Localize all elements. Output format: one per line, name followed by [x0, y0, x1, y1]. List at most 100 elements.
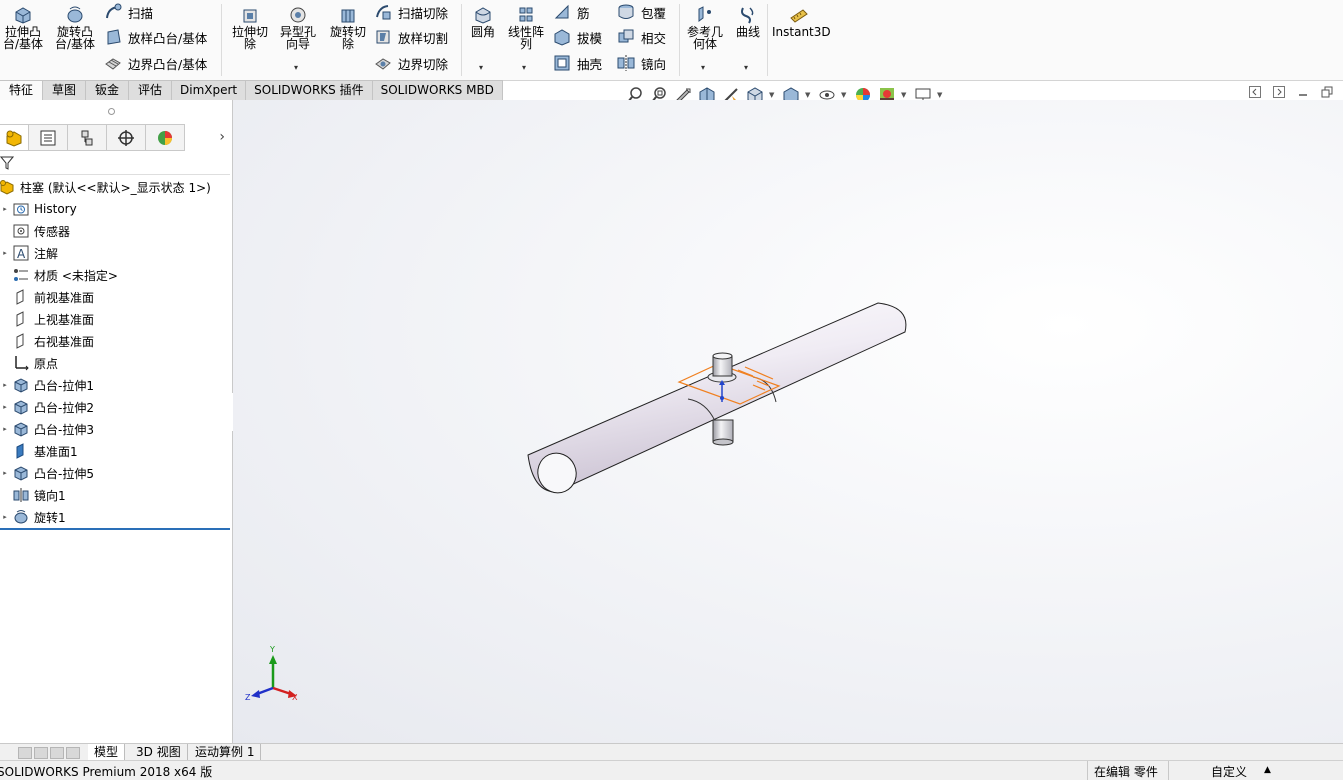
linear-pattern-button[interactable]: 线性阵 列 ▾ [505, 4, 547, 72]
chevron-down-icon[interactable]: ▾ [701, 62, 705, 74]
tab-model[interactable]: 模型 [88, 744, 126, 760]
revolve-boss-button[interactable]: 旋转凸 台/基体 [52, 4, 98, 50]
next-tab-icon[interactable] [50, 747, 64, 759]
units-custom-text[interactable]: 自定义 [1211, 763, 1247, 780]
chevron-down-icon[interactable]: ▾ [744, 62, 748, 74]
rib-button[interactable]: 筋 [553, 2, 590, 22]
first-tab-icon[interactable] [18, 747, 32, 759]
document-window-controls [1249, 86, 1333, 98]
part-model[interactable]: Y X Z [233, 100, 1343, 743]
tree-item[interactable]: ▸ 旋转1 [0, 506, 232, 528]
expand-arrow-icon[interactable]: ▸ [0, 205, 10, 213]
graphics-area[interactable]: Y X Z [233, 100, 1343, 743]
wrap-button[interactable]: 包覆 [617, 2, 666, 22]
tab-dimxpert[interactable]: DimXpert [172, 80, 247, 101]
tab-3d-views[interactable]: 3D 视图 [130, 744, 188, 760]
tree-item[interactable]: 原点 [0, 352, 232, 374]
tree-item[interactable]: 基准面1 [0, 440, 232, 462]
extrude-boss-button[interactable]: 拉伸凸 台/基体 [1, 4, 45, 50]
rod-body[interactable] [527, 302, 907, 493]
draft-button[interactable]: 拔模 [553, 27, 602, 47]
intersect-button[interactable]: 相交 [617, 27, 666, 47]
tab-solidworks-mbd[interactable]: SOLIDWORKS MBD [372, 80, 503, 101]
sweep-cut-button[interactable]: 扫描切除 [374, 2, 448, 22]
tab-motion-study[interactable]: 运动算例 1 [189, 744, 262, 760]
last-tab-icon[interactable] [66, 747, 80, 759]
chevron-up-icon[interactable]: ▲ [1264, 765, 1271, 775]
tree-item-label: 旋转1 [34, 510, 66, 525]
tree-item[interactable]: ▸ 凸台-拉伸1 [0, 374, 232, 396]
tree-item[interactable]: ▸ A 注解 [0, 242, 232, 264]
tab-features[interactable]: 特征 [0, 80, 43, 101]
panel-grip[interactable] [108, 108, 115, 115]
expand-arrow-icon[interactable]: ▸ [0, 513, 10, 521]
hole-wizard-button[interactable]: 异型孔 向导 ▾ [276, 4, 320, 72]
extrude-cut-button[interactable]: 拉伸切 除 [228, 4, 272, 50]
rollback-bar[interactable] [0, 528, 230, 530]
reference-geometry-button[interactable]: 参考几 何体 ▾ [684, 4, 726, 72]
boundary-boss-button[interactable]: 边界凸台/基体 [104, 53, 207, 73]
tree-item[interactable]: ▸ 凸台-拉伸3 [0, 418, 232, 440]
tree-item[interactable]: 前视基准面 [0, 286, 232, 308]
expand-arrow-icon[interactable]: ▸ [0, 469, 10, 477]
expand-arrow-icon[interactable]: ▸ [0, 403, 10, 411]
tree-item[interactable]: ▸ 凸台-拉伸2 [0, 396, 232, 418]
chevron-down-icon[interactable]: ▼ [841, 91, 849, 99]
mirror-button[interactable]: 镜向 [617, 53, 666, 73]
expand-arrow-icon[interactable]: ▸ [0, 249, 10, 257]
part-icon [0, 178, 16, 196]
configuration-manager-icon [81, 130, 93, 145]
chevron-down-icon[interactable]: ▾ [479, 62, 483, 74]
tree-item[interactable]: 右视基准面 [0, 330, 232, 352]
loft-boss-button[interactable]: 放样凸台/基体 [104, 27, 207, 47]
tree-item[interactable]: ▸ 凸台-拉伸5 [0, 462, 232, 484]
instant3d-button[interactable]: Instant3D [772, 4, 831, 38]
ribbon-separator [461, 4, 462, 76]
tab-solidworks-addins[interactable]: SOLIDWORKS 插件 [246, 80, 373, 101]
tree-item[interactable]: 上视基准面 [0, 308, 232, 330]
collapse-right-icon[interactable] [1273, 86, 1285, 98]
tree-item[interactable]: 材质 <未指定> [0, 264, 232, 286]
tree-item-label: 凸台-拉伸3 [34, 422, 94, 437]
chevron-down-icon[interactable]: ▾ [294, 62, 298, 74]
boundary-cut-button[interactable]: 边界切除 [374, 53, 448, 73]
tab-display-manager[interactable] [146, 124, 185, 151]
fillet-icon [475, 7, 491, 24]
filter-icon[interactable] [0, 156, 14, 170]
loft-cut-button[interactable]: 放样切割 [374, 27, 448, 47]
previous-tab-icon[interactable] [34, 747, 48, 759]
loft-cut-label: 放样切割 [398, 30, 449, 46]
curves-button[interactable]: 曲线 ▾ [732, 4, 764, 72]
tree-filter-bar[interactable] [0, 152, 230, 175]
tab-sheet-metal[interactable]: 钣金 [86, 80, 129, 101]
tree-root-part[interactable]: 柱塞 (默认<<默认>_显示状态 1>) [0, 176, 232, 198]
chevron-down-icon[interactable]: ▼ [769, 91, 777, 99]
tab-dimxpert-manager[interactable] [107, 124, 146, 151]
chevron-down-icon[interactable]: ▾ [522, 62, 526, 74]
shell-button[interactable]: 抽壳 [553, 53, 602, 73]
minimize-icon[interactable] [1297, 86, 1309, 98]
restore-icon[interactable] [1321, 86, 1333, 98]
tree-item[interactable]: 镜向1 [0, 484, 232, 506]
tab-evaluate[interactable]: 评估 [129, 80, 172, 101]
expand-arrow-icon[interactable]: ▸ [0, 425, 10, 433]
chevron-down-icon[interactable]: ▼ [805, 91, 813, 99]
tab-sketch[interactable]: 草图 [43, 80, 86, 101]
extrude-boss-icon [15, 7, 31, 24]
tab-configuration-manager[interactable] [68, 124, 107, 151]
tree-item-label: 材质 <未指定> [34, 268, 118, 283]
tab-property-manager[interactable] [29, 124, 68, 151]
tree-item[interactable]: ▸ History [0, 198, 232, 220]
expand-arrow-icon[interactable]: ▸ [0, 381, 10, 389]
bottom-pin-face [712, 438, 734, 446]
chevron-down-icon[interactable]: ▼ [901, 91, 909, 99]
fillet-button[interactable]: 圆角 ▾ [466, 4, 500, 72]
chevron-right-icon[interactable]: › [185, 124, 225, 150]
revolve-cut-button[interactable]: 旋转切 除 [326, 4, 370, 50]
collapse-left-icon[interactable] [1249, 86, 1261, 98]
revolve-cut-icon [341, 9, 355, 23]
sweep-button[interactable]: 扫描 [104, 2, 153, 22]
tab-feature-manager[interactable] [0, 124, 29, 151]
chevron-down-icon[interactable]: ▼ [937, 91, 945, 99]
tree-item[interactable]: 传感器 [0, 220, 232, 242]
